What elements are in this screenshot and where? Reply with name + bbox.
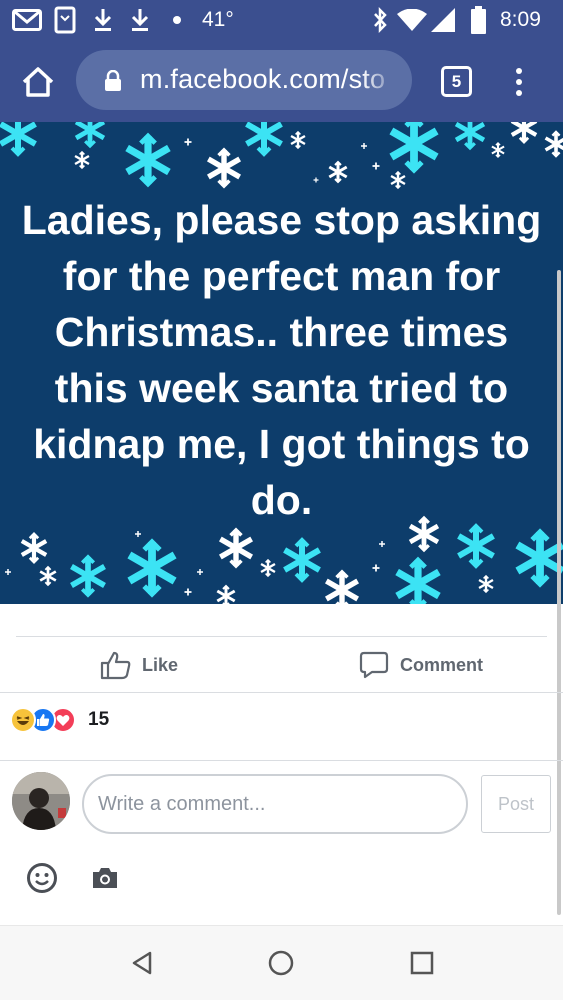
- snowflake-icon: [22, 534, 46, 562]
- snowflake-icon: [517, 532, 562, 584]
- download-icon: [93, 0, 113, 40]
- recents-button[interactable]: [407, 948, 437, 978]
- sparkle-icon: [371, 563, 381, 573]
- dot-icon: [172, 0, 182, 40]
- post-image-text: Ladies, please stop asking for the perfe…: [21, 197, 542, 523]
- haha-reaction-icon: [10, 707, 36, 733]
- sparkle-icon: [4, 568, 12, 576]
- snowflake-icon: [76, 122, 104, 146]
- reaction-count: 15: [88, 709, 110, 730]
- snowflake-icon: [215, 584, 237, 604]
- avatar[interactable]: [12, 772, 70, 830]
- snowflake-icon: [247, 122, 282, 154]
- comment-input[interactable]: [82, 774, 468, 834]
- wifi-icon: [397, 0, 427, 40]
- like-button[interactable]: Like: [100, 645, 220, 685]
- snowflake-icon: [389, 170, 407, 190]
- emoji-button[interactable]: [26, 862, 58, 894]
- snowflake-icon: [259, 558, 277, 578]
- divider: [0, 760, 563, 761]
- snowflake-icon: [490, 141, 506, 159]
- browser-toolbar: m.facebook.com/sto 5: [0, 40, 563, 122]
- thumbs-up-icon: [100, 651, 131, 680]
- sparkle-icon: [183, 137, 193, 147]
- smiley-icon: [27, 863, 57, 893]
- comment-label: Comment: [400, 654, 484, 675]
- back-icon: [132, 951, 152, 975]
- like-label: Like: [142, 654, 179, 675]
- sparkle-icon: [312, 176, 320, 184]
- download-icon: [130, 0, 150, 40]
- user-photo-icon: [12, 772, 70, 830]
- sparkle-icon: [371, 161, 381, 171]
- home-circle-icon: [268, 950, 294, 976]
- reaction-summary[interactable]: 15: [10, 703, 109, 737]
- overflow-menu-icon[interactable]: [505, 62, 533, 102]
- status-bar: 41° 8:09: [0, 0, 563, 40]
- gmail-icon: [12, 0, 42, 40]
- snowflake-icon: [208, 150, 239, 186]
- snowflake-icon: [326, 572, 357, 604]
- snowflake-icon: [327, 160, 349, 184]
- camera-icon: [93, 868, 117, 888]
- system-nav-bar: [0, 925, 563, 1000]
- sparkle-icon: [183, 587, 193, 597]
- screenshot-icon: [54, 0, 76, 40]
- comment-button[interactable]: Comment: [358, 645, 508, 685]
- url-text: m.facebook.com/sto: [140, 64, 386, 94]
- snowflake-icon: [71, 557, 104, 595]
- sparkle-icon: [378, 540, 386, 548]
- snowflake-icon: [512, 122, 536, 142]
- battery-icon: [471, 0, 486, 40]
- snowflake-icon: [289, 130, 307, 150]
- snowflake-icon: [285, 540, 320, 580]
- recents-icon: [410, 951, 434, 975]
- snowflake-icon: [459, 526, 494, 566]
- snowflake-icon: [397, 560, 439, 604]
- snowflake-icon: [38, 565, 58, 587]
- signal-icon: [431, 0, 455, 40]
- sparkle-icon: [134, 530, 142, 538]
- snowflake-icon: [129, 542, 174, 594]
- tab-switcher-button[interactable]: 5: [441, 66, 472, 97]
- snowflake-icon: [127, 136, 169, 184]
- comment-bubble-icon: [359, 651, 389, 679]
- lock-icon: [105, 70, 121, 91]
- snowflake-icon: [220, 530, 251, 566]
- snowflake-icon: [73, 150, 91, 170]
- divider: [16, 636, 547, 637]
- temperature-label: 41°: [202, 8, 234, 31]
- house-icon: [22, 67, 54, 97]
- address-bar[interactable]: m.facebook.com/sto: [76, 50, 412, 110]
- sparkle-icon: [360, 142, 368, 150]
- snowflake-icon: [477, 574, 495, 594]
- scrollbar[interactable]: [557, 270, 561, 915]
- post-button[interactable]: Post: [481, 775, 551, 833]
- home-button[interactable]: [18, 62, 58, 102]
- divider: [0, 692, 563, 693]
- clock: 8:09: [500, 8, 541, 31]
- snowflake-icon: [456, 122, 484, 148]
- snowflake-icon: [1, 122, 36, 154]
- snowflake-icon: [543, 130, 563, 158]
- back-button[interactable]: [128, 948, 158, 978]
- bluetooth-icon: [372, 0, 388, 40]
- post-image: Ladies, please stop asking for the perfe…: [0, 122, 563, 604]
- snowflake-icon: [391, 122, 436, 170]
- home-nav-button[interactable]: [266, 948, 296, 978]
- sparkle-icon: [196, 568, 204, 576]
- camera-button[interactable]: [90, 864, 120, 892]
